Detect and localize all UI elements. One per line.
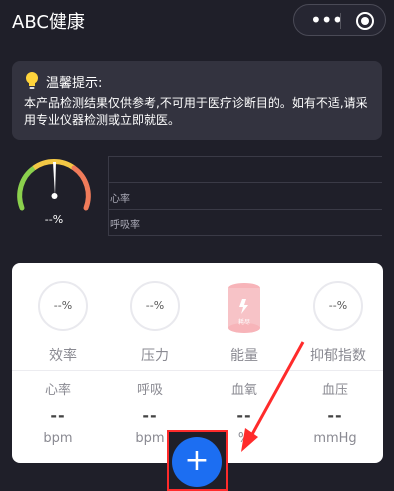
vital-value: -- xyxy=(142,406,158,425)
depression-label: 抑郁指数 xyxy=(310,348,366,364)
efficiency-item[interactable]: --% 效率 xyxy=(33,281,93,365)
vital-heart-rate: 心率 -- bpm xyxy=(28,379,88,446)
stress-ring: --% xyxy=(130,281,180,331)
title-bar: ABC健康 ••• xyxy=(0,0,394,44)
metric-divider xyxy=(108,156,382,157)
energy-item[interactable]: 耗尽 能量 xyxy=(214,281,274,365)
vital-value: -- xyxy=(50,406,66,425)
vital-unit: bpm xyxy=(43,431,73,446)
warm-tip-panel: 温馨提示: 本产品检测结果仅供参考,不可用于医疗诊断目的。如有不适,请采用专业仪… xyxy=(12,61,382,140)
vital-blood-pressure: 血压 -- mmHg xyxy=(305,379,365,446)
vital-value: -- xyxy=(236,406,252,425)
metric-label-respiration: 呼吸率 xyxy=(110,220,140,231)
depression-ring: --% xyxy=(313,281,363,331)
metric-divider xyxy=(108,182,382,183)
vital-name: 心率 xyxy=(44,383,71,398)
depression-item[interactable]: --% 抑郁指数 xyxy=(303,281,373,365)
vital-name: 血氧 xyxy=(230,383,257,398)
metric-summary: 心率 呼吸率 xyxy=(108,156,382,236)
gauge-value: --% xyxy=(44,213,64,226)
metric-divider xyxy=(108,156,109,236)
notice-body: 本产品检测结果仅供参考,不可用于医疗诊断目的。如有不适,请采用专业仪器检测或立即… xyxy=(24,96,368,127)
vital-name: 血压 xyxy=(321,383,348,398)
close-mini-program-icon[interactable] xyxy=(356,12,374,30)
app-title: ABC健康 xyxy=(12,12,85,33)
energy-icon-text: 耗尽 xyxy=(238,318,250,326)
capsule-divider xyxy=(340,13,341,29)
vital-unit: mmHg xyxy=(313,431,357,446)
lightbulb-icon xyxy=(24,71,40,91)
metric-label-heart-rate: 心率 xyxy=(110,194,130,205)
card-divider xyxy=(12,370,383,371)
vital-value: -- xyxy=(327,406,343,425)
efficiency-label: 效率 xyxy=(49,348,77,364)
mini-program-capsule: ••• xyxy=(293,4,386,36)
metric-divider xyxy=(108,235,382,236)
stress-item[interactable]: --% 压力 xyxy=(125,281,185,365)
notice-title: 温馨提示: xyxy=(46,75,103,91)
efficiency-ring: --% xyxy=(38,281,88,331)
stress-label: 压力 xyxy=(141,348,169,364)
add-measurement-button[interactable]: + xyxy=(172,437,222,487)
more-options-icon[interactable]: ••• xyxy=(310,10,343,30)
vital-name: 呼吸 xyxy=(136,383,163,398)
metric-divider xyxy=(108,209,382,210)
energy-label: 能量 xyxy=(230,348,258,364)
battery-icon: 耗尽 xyxy=(228,283,260,333)
